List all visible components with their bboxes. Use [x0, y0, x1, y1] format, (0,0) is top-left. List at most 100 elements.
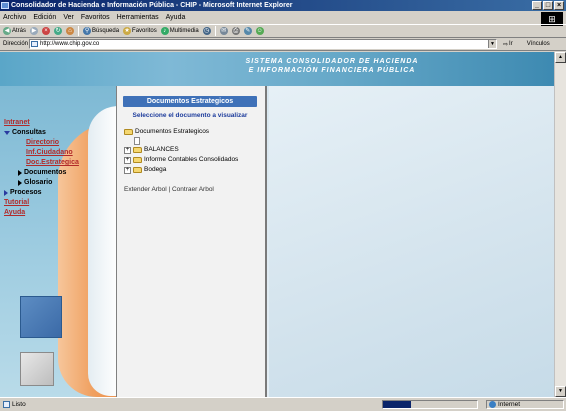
home-button[interactable]: ⌂ [66, 27, 75, 35]
forward-button[interactable]: ▶ [30, 27, 39, 35]
page-icon [31, 41, 38, 47]
nav-label: Documentos [24, 169, 67, 176]
globe-icon [489, 401, 496, 408]
nav-item-glosario[interactable]: Glosario [4, 178, 79, 188]
documents-header: Documentos Estrategicos [123, 96, 257, 107]
menu-ayuda[interactable]: Ayuda [166, 14, 186, 21]
home-icon: ⌂ [66, 27, 75, 35]
folder-open-icon [124, 129, 133, 135]
progress-bar [382, 400, 478, 409]
collapse-tree-link[interactable]: Contraer Arbol [172, 186, 214, 193]
address-input[interactable]: http://www.chip.gov.co ▼ [29, 39, 497, 49]
vertical-scrollbar[interactable]: ▲ ▼ [554, 52, 566, 397]
documents-panel: Documentos Estrategicos Seleccione el do… [116, 86, 267, 397]
banner-line-2: E INFORMACIÓN FINANCIERA PÚBLICA [248, 67, 416, 74]
chevron-right-icon [18, 180, 22, 186]
window-title: Consolidador de Hacienda e Información P… [11, 2, 293, 9]
minimize-button[interactable]: _ [532, 1, 542, 10]
documents-tree: Documentos Estrategicos + BALANCES + Inf… [124, 127, 238, 175]
address-url: http://www.chip.gov.co [40, 41, 100, 47]
tree-item-balances[interactable]: + BALANCES [124, 145, 238, 155]
nav-label: Ayuda [4, 209, 26, 216]
nav-item-directorio[interactable]: Directorio [4, 138, 79, 148]
separator: | [168, 186, 171, 193]
address-dropdown-button[interactable]: ▼ [488, 40, 496, 48]
tree-item-informe[interactable]: + Informe Contables Consolidados [124, 155, 238, 165]
document-icon [134, 137, 140, 145]
back-label: Atrás [12, 28, 27, 34]
menu-herramientas[interactable]: Herramientas [117, 14, 159, 21]
back-button[interactable]: ◀ Atrás [3, 27, 26, 35]
menu-ver[interactable]: Ver [63, 14, 74, 21]
nav-item-documentos[interactable]: Documentos [4, 168, 79, 178]
nav-label: Consultas [12, 129, 46, 136]
expand-plus-icon[interactable]: + [124, 156, 131, 164]
nav-item-procesos[interactable]: Procesos [4, 188, 79, 198]
history-icon: ◷ [202, 27, 211, 35]
zone-label: Internet [498, 401, 521, 408]
go-button[interactable]: ⇨ Ir [503, 41, 513, 48]
messenger-button[interactable]: ☺ [255, 27, 264, 35]
expand-plus-icon[interactable]: + [124, 166, 131, 174]
tree-root[interactable]: Documentos Estrategicos [124, 127, 238, 137]
nav-label: Doc.Estrategica [26, 159, 79, 166]
print-button[interactable]: ⎙ [231, 27, 240, 35]
refresh-icon: ↻ [54, 27, 63, 35]
menu-archivo[interactable]: Archivo [3, 14, 26, 21]
banner-title: SISTEMA CONSOLIDADOR DE HACIENDA E INFOR… [232, 57, 432, 75]
nav-label: Tutorial [4, 199, 30, 206]
close-button[interactable]: × [554, 1, 564, 10]
chip-banner: SISTEMA CONSOLIDADOR DE HACIENDA E INFOR… [0, 52, 566, 86]
page-viewport: SISTEMA CONSOLIDADOR DE HACIENDA E INFOR… [0, 52, 566, 397]
nav-item-tutorial[interactable]: Tutorial [4, 198, 79, 208]
chevron-down-icon [4, 131, 10, 135]
nav-label: Inf.Ciudadano [26, 149, 73, 156]
print-icon: ⎙ [231, 27, 240, 35]
nav-item-inf-ciudadano[interactable]: Inf.Ciudadano [4, 148, 79, 158]
favorites-icon: ★ [123, 27, 132, 35]
left-navigation-panel: Intranet Consultas Directorio Inf.Ciudad… [0, 86, 116, 397]
tree-item-blank[interactable] [124, 137, 238, 145]
favorites-label: Favoritos [132, 28, 157, 34]
scroll-up-button[interactable]: ▲ [555, 52, 566, 63]
nav-label: Glosario [24, 179, 53, 186]
nav-item-doc-estrategica[interactable]: Doc.Estrategica [4, 158, 79, 168]
menu-edicion[interactable]: Edición [33, 14, 56, 21]
nav-label: Procesos [10, 189, 42, 196]
nav-item-intranet[interactable]: Intranet [4, 118, 79, 128]
expand-plus-icon[interactable]: + [124, 146, 131, 154]
search-label: Búsqueda [92, 28, 120, 34]
forward-arrow-icon: ▶ [30, 27, 39, 35]
tree-root-label: Documentos Estrategicos [135, 128, 210, 135]
edit-button[interactable]: ✎ [243, 27, 252, 35]
scroll-down-button[interactable]: ▼ [555, 386, 566, 397]
nav-label: Directorio [26, 139, 60, 146]
nav-menu: Intranet Consultas Directorio Inf.Ciudad… [4, 118, 79, 218]
search-button[interactable]: ⚲ Búsqueda [83, 27, 119, 35]
ie-app-icon [1, 2, 9, 9]
progress-fill [383, 401, 412, 408]
title-bar: Consolidador de Hacienda e Información P… [0, 0, 566, 11]
favorites-button[interactable]: ★ Favoritos [123, 27, 157, 35]
decorative-blue-square [20, 296, 62, 338]
links-button[interactable]: Vínculos [527, 41, 550, 47]
status-text: Listo [12, 401, 26, 408]
multimedia-button[interactable]: ♪ Multimedia [160, 27, 199, 35]
nav-item-consultas[interactable]: Consultas [4, 128, 79, 138]
page-icon [3, 401, 10, 408]
maximize-button[interactable]: □ [543, 1, 553, 10]
tree-item-bodega[interactable]: + Bodega [124, 165, 238, 175]
nav-item-ayuda[interactable]: Ayuda [4, 208, 79, 218]
history-button[interactable]: ◷ [202, 27, 211, 35]
refresh-button[interactable]: ↻ [54, 27, 63, 35]
search-icon: ⚲ [83, 27, 92, 35]
tree-actions: Extender Arbol | Contraer Arbol [124, 186, 214, 193]
stop-button[interactable]: × [42, 27, 51, 35]
documents-prompt: Seleccione el documento a visualizar [132, 112, 248, 119]
multimedia-icon: ♪ [160, 27, 169, 35]
expand-tree-link[interactable]: Extender Arbol [124, 186, 167, 193]
security-zone: Internet [486, 400, 564, 409]
mail-button[interactable]: ✉ [219, 27, 228, 35]
go-arrow-icon: ⇨ [503, 41, 509, 48]
menu-favoritos[interactable]: Favoritos [81, 14, 110, 21]
